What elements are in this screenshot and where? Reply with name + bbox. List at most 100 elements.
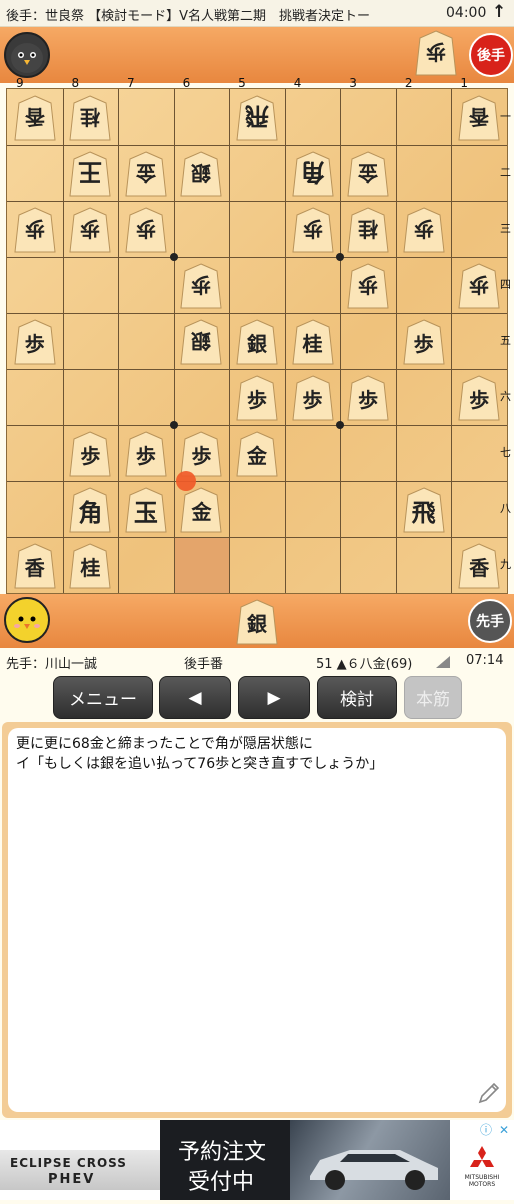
ad-info-icon[interactable]: ⓘ	[478, 1122, 494, 1138]
sente-piece[interactable]: 香	[457, 542, 501, 590]
gote-piece[interactable]: 桂	[346, 206, 390, 254]
next-move-button[interactable]: ▶	[238, 676, 310, 719]
sente-piece[interactable]: 歩	[346, 374, 390, 422]
grid-line	[7, 257, 507, 258]
turn-indicator: 後手番	[184, 657, 224, 672]
piece-label: 歩	[358, 272, 379, 297]
gote-piece[interactable]: 歩	[179, 262, 223, 310]
sente-piece[interactable]: 歩	[457, 374, 501, 422]
grid-line	[284, 89, 286, 593]
gote-piece[interactable]: 歩	[68, 206, 112, 254]
gote-piece[interactable]: 銀	[179, 318, 223, 366]
row-label: 八	[500, 502, 511, 515]
sente-piece[interactable]: 香	[13, 542, 57, 590]
ad-banner[interactable]: ECLIPSE CROSS PHEV 予約注文 受付中 MITSUBISHI M…	[0, 1120, 514, 1200]
gote-avatar[interactable]	[4, 32, 50, 78]
sente-piece[interactable]: 歩	[235, 374, 279, 422]
gote-piece[interactable]: 香	[457, 94, 501, 142]
piece-label: 香	[469, 555, 490, 580]
row-label: 三	[500, 222, 511, 235]
gote-hand-piece[interactable]: 歩	[414, 29, 458, 77]
ad-headline1: 予約注文	[178, 1140, 267, 1165]
gote-piece[interactable]: 銀	[179, 150, 223, 198]
grid-line	[7, 313, 507, 314]
star-point	[336, 421, 345, 429]
analyze-button[interactable]: 検討	[317, 676, 397, 719]
piece-label: 歩	[80, 443, 101, 468]
gote-piece[interactable]: 王	[68, 150, 112, 198]
piece-label: 王	[78, 157, 103, 187]
piece-label: 歩	[80, 216, 101, 241]
column-label: 4	[293, 76, 302, 90]
grid-line	[173, 89, 175, 593]
piece-label: 桂	[302, 331, 323, 356]
gote-piece[interactable]: 香	[13, 94, 57, 142]
column-label: 5	[238, 76, 246, 90]
sente-piece[interactable]: 角	[68, 486, 112, 534]
column-label: 1	[460, 76, 469, 90]
gote-piece[interactable]: 飛	[235, 94, 279, 142]
sente-piece[interactable]: 桂	[291, 318, 335, 366]
gote-piece[interactable]: 歩	[291, 206, 335, 254]
grid-line	[451, 89, 453, 593]
move-clock: 07:14	[466, 653, 504, 668]
pencil-icon[interactable]	[476, 1080, 502, 1106]
piece-label: 玉	[133, 497, 158, 527]
gote-piece[interactable]: 歩	[346, 262, 390, 310]
sente-piece[interactable]: 歩	[68, 430, 112, 478]
piece-label: 銀	[247, 331, 267, 356]
piece-label: 歩	[413, 216, 434, 241]
comment-line: イ「もしくは銀を追い払って76歩と突き直すでしょうか」	[16, 756, 384, 772]
piece-label: 飛	[411, 497, 436, 527]
piece-label: 銀	[191, 328, 212, 353]
gote-piece[interactable]: 歩	[124, 206, 168, 254]
piece-label: 金	[247, 443, 267, 468]
grid-line	[395, 89, 397, 593]
shogi-board[interactable]: 香桂飛香王金銀角金歩歩歩歩桂歩歩歩歩銀歩銀桂歩歩歩歩歩歩歩歩金角玉金飛香桂香	[6, 88, 508, 594]
sente-piece[interactable]: 桂	[68, 542, 112, 590]
game-title: 後手：世良祭 【検討モード】V名人戦第二期 挑戦者決定トー	[6, 9, 371, 24]
piece-label: 歩	[247, 387, 267, 412]
signal-icon	[436, 656, 450, 668]
sente-piece[interactable]: 銀	[235, 318, 279, 366]
gote-piece[interactable]: 歩	[13, 206, 57, 254]
gote-piece[interactable]: 角	[291, 150, 335, 198]
sente-piece[interactable]: 玉	[124, 486, 168, 534]
up-arrow-icon[interactable]: ↑	[492, 2, 506, 22]
ad-close-icon[interactable]: ✕	[496, 1122, 512, 1138]
gote-piece[interactable]: 金	[346, 150, 390, 198]
sente-piece[interactable]: 歩	[124, 430, 168, 478]
row-label: 四	[500, 278, 511, 291]
main-line-button: 本筋	[404, 676, 462, 719]
gote-role-badge: 後手	[469, 33, 513, 77]
sente-piece[interactable]: 金	[235, 430, 279, 478]
piece-label: 金	[135, 160, 156, 185]
gote-piece[interactable]: 歩	[457, 262, 501, 310]
column-label: 2	[404, 76, 413, 90]
sente-piece[interactable]: 飛	[402, 486, 446, 534]
prev-move-button[interactable]: ◀	[159, 676, 231, 719]
grid-line	[7, 537, 507, 538]
clock-time: 04:00	[446, 5, 487, 21]
column-label: 7	[127, 76, 135, 90]
row-label: 七	[500, 446, 511, 459]
comment-box[interactable]: 更に更に68金と締まったことで角が隠居状態に イ「もしくは銀を追い払って76歩と…	[8, 728, 506, 1112]
gote-piece[interactable]: 歩	[402, 206, 446, 254]
gote-piece[interactable]: 桂	[68, 94, 112, 142]
star-point	[169, 253, 178, 261]
menu-button[interactable]: メニュー	[53, 676, 153, 719]
sente-piece[interactable]: 歩	[291, 374, 335, 422]
star-point	[169, 421, 178, 429]
sente-piece[interactable]: 歩	[402, 318, 446, 366]
sente-hand-piece[interactable]: 銀	[235, 598, 279, 646]
piece-label: 歩	[358, 387, 379, 412]
gote-piece[interactable]: 金	[124, 150, 168, 198]
sente-piece[interactable]: 歩	[13, 318, 57, 366]
piece-label: 歩	[24, 216, 45, 241]
sente-avatar[interactable]	[4, 597, 50, 643]
ad-car-image	[290, 1120, 450, 1200]
sente-piece[interactable]: 金	[179, 486, 223, 534]
chick-icon	[14, 616, 40, 629]
gote-hand-area: 歩	[414, 29, 458, 77]
piece-label: 銀	[247, 611, 267, 636]
